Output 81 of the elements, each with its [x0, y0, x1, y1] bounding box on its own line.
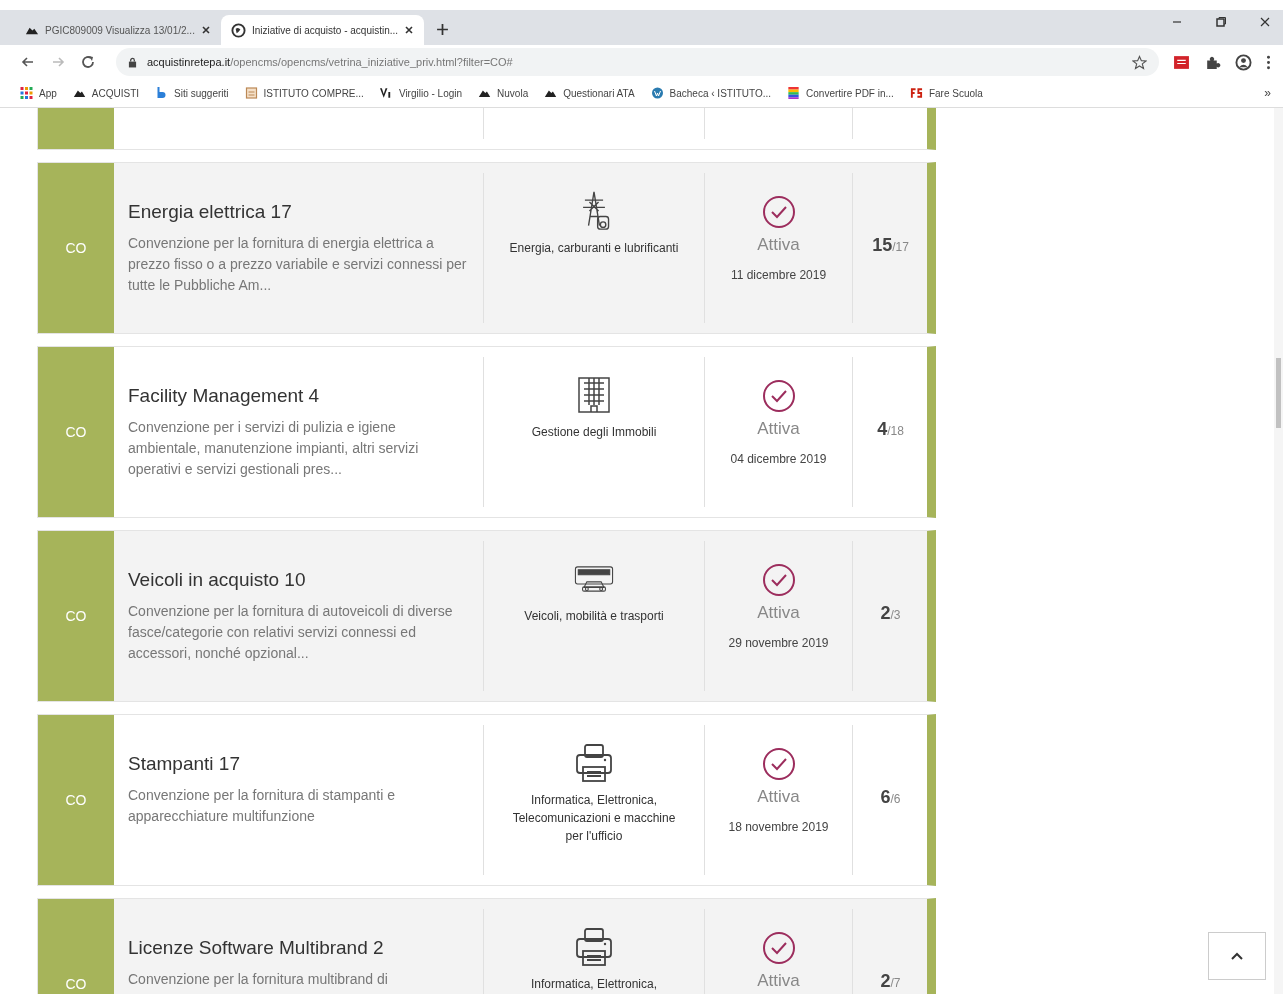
status-label: Attiva [757, 235, 800, 255]
date-label: 29 novembre 2019 [728, 636, 829, 650]
initiative-card[interactable] [37, 346, 936, 518]
initiative-description: Convenzione per la fornitura di stampanti e apparecchiature multifunzione [128, 786, 396, 826]
profile-icon[interactable] [1235, 53, 1252, 71]
initiative-title[interactable]: Veicoli in acquisto 10 [128, 569, 469, 591]
colorful-square-icon [787, 87, 801, 99]
category-label: Gestione degli Immobili [531, 424, 657, 441]
more-bookmarks-chevron[interactable]: » [1264, 86, 1271, 100]
printer-icon [574, 927, 614, 967]
reload-icon[interactable] [80, 54, 96, 70]
type-label: CO [65, 240, 87, 256]
chevron-up-icon [1231, 952, 1243, 960]
bookmark-link[interactable]: ACQUISTI [72, 87, 140, 99]
initiative-title[interactable]: Licenze Software Multibrand 2 [128, 937, 469, 959]
category-label: Informatica, Elettronica, [530, 976, 658, 993]
extension-icon[interactable] [1173, 53, 1190, 71]
lot-count: 2/3 [880, 603, 901, 624]
type-label: CO [65, 976, 87, 992]
type-label: CO [65, 608, 87, 624]
lock-icon [128, 56, 137, 68]
v-logo-icon [379, 87, 393, 99]
bookmark-link[interactable]: ISTITUTO COMPRE... [244, 87, 364, 99]
bookmark-link[interactable]: Virgilio - Login [379, 87, 463, 99]
lot-count: 4/18 [877, 419, 904, 440]
close-icon[interactable] [1259, 16, 1271, 28]
browser-tab[interactable]: Iniziative di acquisto - acquistin... [220, 15, 425, 45]
type-label: CO [65, 424, 87, 440]
initiative-description: Convenzione per la fornitura multibrand di [128, 970, 389, 989]
check-circle-icon [761, 379, 796, 413]
date-label: 04 dicembre 2019 [730, 452, 827, 466]
category-label: Energia, carburanti e lubrificanti [509, 240, 679, 257]
check-circle-icon [761, 563, 796, 597]
status-label: Attiva [757, 603, 800, 623]
initiative-description: Convenzione per la fornitura di energia elettrica a prezzo fisso o a prezzo variabile e servizi connessi per tutte le Pubbliche Am... [128, 234, 468, 295]
lot-count: 15/17 [872, 235, 909, 256]
initiative-description: Convenzione per i servizi di pulizia e igiene ambientale, manutenzione impianti, altri servizi operativi e servizi gestionali pres... [128, 418, 420, 479]
initiative-title[interactable]: Energia elettrica 17 [128, 201, 469, 223]
status-label: Attiva [757, 971, 800, 991]
bookmark-link[interactable]: Fare Scuola [909, 87, 983, 99]
bookmark-star-icon[interactable] [1132, 54, 1147, 70]
fs-logo-icon [909, 87, 923, 99]
category-label: Veicoli, mobilità e trasporti [524, 608, 664, 625]
initiative-description: Convenzione per la fornitura di autoveicoli di diverse fasce/categorie con relativi servizi connessi ed accessori, nonché opzional... [128, 602, 454, 663]
bookmark-link[interactable]: Bacheca ‹ ISTITUTO... [650, 87, 772, 99]
restore-icon[interactable] [1215, 16, 1227, 28]
bookmark-link[interactable]: App [20, 87, 57, 99]
tab-title: PGIC809009 Visualizza 13/01/2... [45, 24, 195, 36]
bookmark-link[interactable]: Siti suggeriti [155, 87, 229, 99]
close-icon[interactable] [404, 25, 415, 35]
date-label: 11 dicembre 2019 [730, 268, 827, 282]
initiative-card[interactable]: CO Stampanti 17 Convenzione per la fornitura di stampanti e apparecchiature multifunzione Informatica, Elettronica, Telecomunicazioni e macchine per l'ufficio Attiva 18 novembre 2019 6/6 [37, 714, 936, 886]
scrollbar-thumb[interactable] [1276, 358, 1281, 428]
initiative-card[interactable] [37, 530, 936, 702]
category-label: Informatica, Elettronica, Telecomunicazioni e macchine per l'ufficio [511, 792, 677, 845]
new-tab-icon[interactable] [436, 23, 450, 36]
bookmark-link[interactable]: Convertire PDF in... [787, 87, 894, 99]
bookmark-link[interactable]: Nuvola [478, 87, 529, 99]
check-circle-icon [761, 747, 796, 781]
address-bar[interactable]: acquistinretepa.it/opencms/opencms/vetrina_iniziative_priv.html?filter=CO# [116, 48, 1159, 76]
lot-count: 2/7 [880, 971, 901, 992]
close-icon[interactable] [200, 25, 211, 35]
type-label: CO [65, 792, 87, 808]
check-circle-icon [761, 931, 796, 965]
tab-title: Iniziative di acquisto - acquistin... [251, 24, 399, 36]
apps-grid-icon [20, 87, 33, 99]
status-label: Attiva [757, 787, 800, 807]
browser-tab[interactable]: PGIC809009 Visualizza 13/01/2... [14, 15, 221, 45]
initiative-card[interactable] [37, 162, 936, 334]
initiative-title[interactable]: Stampanti 17 [128, 753, 469, 775]
initiative-card[interactable]: CO Licenze Software Multibrand 2 Convenzione per la fornitura multibrand di Informatica, Elettronica, Attiva 2/7 [37, 898, 936, 994]
initiative-title[interactable]: Facility Management 4 [128, 385, 469, 407]
status-label: Attiva [757, 419, 800, 439]
date-label: 18 novembre 2019 [728, 820, 829, 834]
menu-icon[interactable] [1266, 53, 1271, 71]
document-icon [244, 87, 258, 99]
printer-icon [574, 743, 614, 783]
wordpress-icon [650, 87, 664, 99]
lot-count: 6/6 [880, 787, 901, 808]
check-circle-icon [761, 195, 796, 229]
bookmark-link[interactable]: Questionari ATA [544, 87, 635, 99]
